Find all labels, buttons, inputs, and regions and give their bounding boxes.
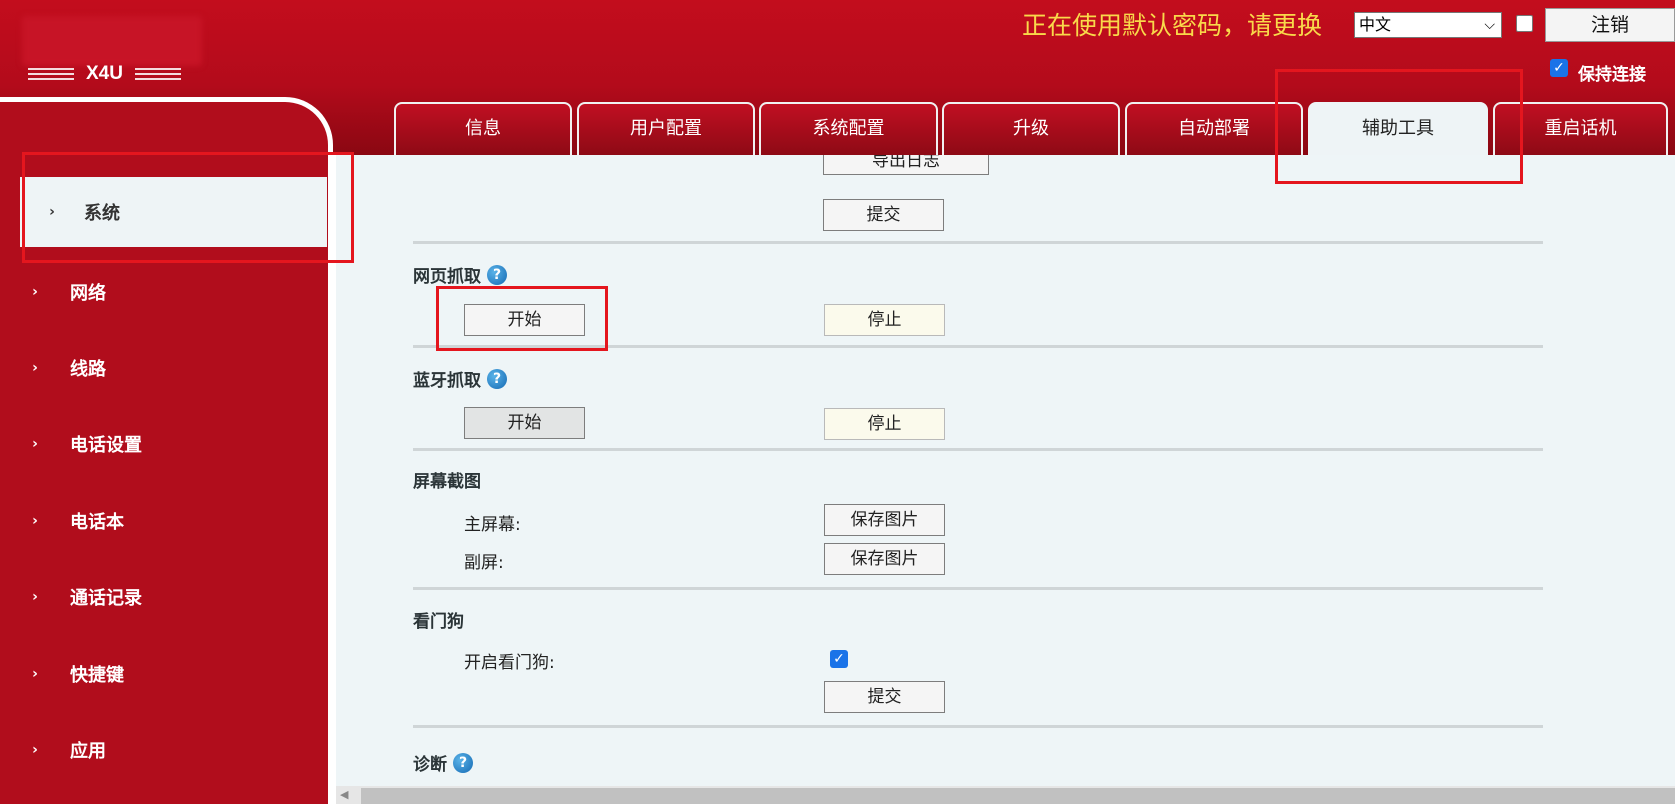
chevron-right-icon: › bbox=[32, 666, 38, 682]
decor-lines-left bbox=[28, 67, 74, 81]
section-divider bbox=[413, 241, 1543, 244]
watchdog-title-text: 看门狗 bbox=[413, 612, 464, 632]
sidebar-item-shortcuts[interactable]: › 快捷键 bbox=[0, 639, 330, 709]
sidebar-item-label: 通话记录 bbox=[70, 588, 142, 609]
sidebar-item-label: 系统 bbox=[84, 203, 120, 224]
screenshot-title: 屏幕截图 bbox=[413, 467, 481, 492]
main-screen-save-button[interactable]: 保存图片 bbox=[824, 504, 945, 536]
tab-tools[interactable]: 辅助工具 bbox=[1308, 102, 1488, 155]
keep-connected-label: 保持连接 bbox=[1578, 65, 1646, 85]
export-log-button[interactable]: 导出日志 bbox=[823, 155, 989, 175]
chevron-right-icon: › bbox=[32, 742, 38, 758]
chevron-right-icon: › bbox=[32, 360, 38, 376]
decor-lines-right bbox=[134, 67, 181, 81]
chevron-right-icon: › bbox=[32, 589, 38, 605]
web-capture-title: 网页抓取 ? bbox=[413, 262, 507, 287]
sidebar-item-label: 网络 bbox=[70, 283, 106, 304]
section-divider bbox=[413, 345, 1543, 348]
sidebar-item-network[interactable]: › 网络 bbox=[0, 257, 330, 327]
sidebar-item-system[interactable]: › 系统 bbox=[20, 177, 327, 247]
logo bbox=[22, 16, 202, 66]
sub-screen-label: 副屏: bbox=[464, 553, 504, 573]
sidebar-item-phonebook[interactable]: › 电话本 bbox=[0, 486, 330, 556]
horizontal-scrollbar[interactable]: ◀ bbox=[336, 786, 1675, 804]
chevron-right-icon: › bbox=[32, 436, 38, 452]
watchdog-enable-label: 开启看门狗: bbox=[464, 653, 555, 673]
help-icon[interactable]: ? bbox=[487, 368, 507, 389]
chevron-right-icon: › bbox=[32, 284, 38, 300]
language-selected: 中文 bbox=[1359, 15, 1392, 34]
unlabeled-checkbox[interactable] bbox=[1516, 15, 1533, 32]
tab-user-config[interactable]: 用户配置 bbox=[577, 102, 755, 155]
sidebar-item-call-log[interactable]: › 通话记录 bbox=[0, 562, 330, 632]
sidebar-item-label: 电话本 bbox=[70, 512, 124, 533]
bt-capture-title: 蓝牙抓取 ? bbox=[413, 366, 507, 391]
tab-system-config[interactable]: 系统配置 bbox=[759, 102, 938, 155]
chevron-down-icon: ⌵ bbox=[1484, 17, 1495, 33]
sub-screen-save-button[interactable]: 保存图片 bbox=[824, 543, 945, 575]
logout-button[interactable]: 注销 bbox=[1545, 8, 1675, 42]
sidebar-item-phone-settings[interactable]: › 电话设置 bbox=[0, 409, 330, 479]
chevron-right-icon: › bbox=[49, 204, 55, 220]
screenshot-title-text: 屏幕截图 bbox=[413, 472, 481, 492]
tab-upgrade[interactable]: 升级 bbox=[942, 102, 1120, 155]
diagnosis-title: 诊断 ? bbox=[413, 750, 473, 775]
main-content: 导出日志 提交 网页抓取 ? 开始 停止 蓝牙抓取 ? 开始 停止 屏幕截图 主… bbox=[336, 155, 1675, 804]
tab-reboot[interactable]: 重启话机 bbox=[1493, 102, 1668, 155]
watchdog-enable-checkbox[interactable]: ✓ bbox=[830, 650, 848, 668]
diagnosis-title-text: 诊断 bbox=[413, 755, 447, 775]
help-icon[interactable]: ? bbox=[453, 752, 473, 773]
sidebar-item-label: 快捷键 bbox=[70, 665, 124, 686]
chevron-right-icon: › bbox=[32, 513, 38, 529]
sidebar-item-label: 应用 bbox=[70, 741, 106, 762]
main-screen-label: 主屏幕: bbox=[464, 515, 521, 535]
sidebar-item-lines[interactable]: › 线路 bbox=[0, 333, 330, 403]
bt-capture-stop-button[interactable]: 停止 bbox=[824, 408, 945, 440]
model-name: X4U bbox=[86, 63, 123, 84]
bt-capture-title-text: 蓝牙抓取 bbox=[413, 371, 481, 391]
model-label: X4U bbox=[28, 60, 198, 88]
watchdog-submit-button[interactable]: 提交 bbox=[824, 681, 945, 713]
tab-auto-provision[interactable]: 自动部署 bbox=[1125, 102, 1303, 155]
bt-capture-start-button[interactable]: 开始 bbox=[464, 407, 585, 439]
scrollbar-thumb[interactable] bbox=[361, 788, 1675, 804]
web-capture-stop-button[interactable]: 停止 bbox=[824, 304, 945, 336]
web-capture-title-text: 网页抓取 bbox=[413, 267, 481, 287]
help-icon[interactable]: ? bbox=[487, 264, 507, 285]
tab-info[interactable]: 信息 bbox=[394, 102, 572, 155]
watchdog-title: 看门狗 bbox=[413, 607, 464, 632]
sidebar-item-apps[interactable]: › 应用 bbox=[0, 715, 330, 785]
section-divider bbox=[413, 725, 1543, 728]
sidebar-item-label: 线路 bbox=[70, 359, 106, 380]
sidebar-item-label: 电话设置 bbox=[70, 435, 142, 456]
language-select[interactable]: 中文 ⌵ bbox=[1354, 12, 1502, 38]
web-capture-start-button[interactable]: 开始 bbox=[464, 304, 585, 336]
scroll-left-arrow-icon[interactable]: ◀ bbox=[340, 786, 348, 804]
section-divider bbox=[413, 587, 1543, 590]
keep-connected-checkbox[interactable]: ✓ bbox=[1550, 59, 1568, 77]
section-divider bbox=[413, 448, 1543, 451]
log-submit-button[interactable]: 提交 bbox=[823, 199, 944, 231]
default-password-warning: 正在使用默认密码，请更换 bbox=[1022, 11, 1323, 40]
sidebar: › 系统 › 网络 › 线路 › 电话设置 › 电话本 › 通话记录 › 快捷键… bbox=[0, 97, 333, 804]
